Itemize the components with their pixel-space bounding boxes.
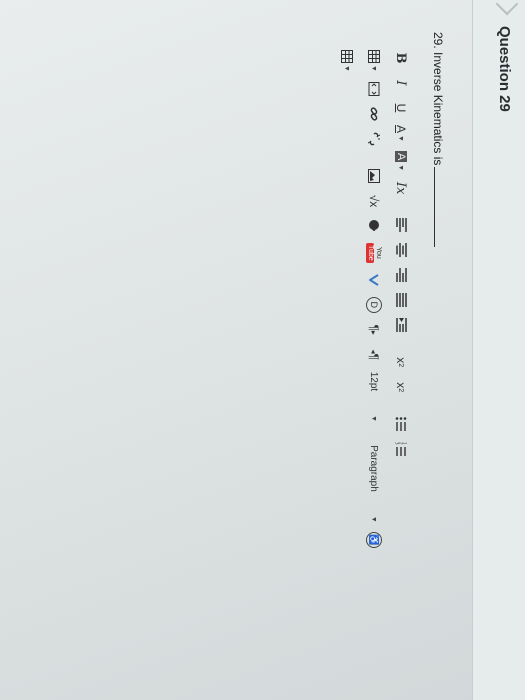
ltr-button[interactable]: ¶ ▸ xyxy=(365,322,383,338)
rtl-button[interactable]: ◂ ¶ xyxy=(365,347,383,363)
align-center-icon xyxy=(396,243,407,258)
link-button[interactable] xyxy=(365,106,383,122)
indent-icon xyxy=(396,318,407,333)
clear-formatting-button[interactable]: Ix xyxy=(392,180,410,196)
question-prompt: 29. Inverse Kinematics is xyxy=(431,32,445,248)
pilcrow-rtl-icon: ¶ xyxy=(367,353,381,360)
chevron-down-icon: ▼ xyxy=(370,515,378,523)
unlink-button[interactable] xyxy=(365,131,383,147)
bold-button[interactable]: B xyxy=(392,50,410,66)
dropdown-arrow-button[interactable] xyxy=(365,272,383,288)
video-icon: D xyxy=(366,296,382,313)
toolbar-row-3: ▼ xyxy=(337,50,357,81)
paragraph-select[interactable]: Paragraph ▼ xyxy=(365,445,383,523)
question-text: 29. Inverse Kinematics is xyxy=(431,32,445,166)
image-icon xyxy=(368,169,380,183)
youtube-bottom-text: Tube xyxy=(366,243,374,263)
chevron-down-icon: ▼ xyxy=(397,164,405,172)
toolbar-row-2: ▼ √x You Tube D ¶ ▸ ◂ ¶ 12pt ▼ Paragraph… xyxy=(364,50,384,557)
underline-button[interactable]: U xyxy=(392,100,410,116)
italic-button[interactable]: I xyxy=(392,75,410,91)
video-button[interactable]: D xyxy=(365,296,383,313)
google-drive-button[interactable] xyxy=(365,218,383,234)
image-button[interactable] xyxy=(365,168,383,184)
svg-text:3: 3 xyxy=(395,442,400,445)
align-center-button[interactable] xyxy=(392,242,410,258)
grid-icon xyxy=(341,50,353,64)
align-justify-icon xyxy=(396,293,407,308)
numbered-list-button[interactable]: 123 xyxy=(392,441,410,457)
subscript-button[interactable]: x2 xyxy=(392,379,410,395)
question-header: Question 29 xyxy=(472,0,525,700)
align-right-button[interactable] xyxy=(392,267,410,283)
unlink-icon xyxy=(368,132,380,146)
font-size-select[interactable]: 12pt ▼ xyxy=(365,372,383,422)
table-icon xyxy=(368,50,380,64)
bullet-list-icon xyxy=(395,417,407,432)
bullet-list-button[interactable] xyxy=(392,416,410,432)
embed-button[interactable] xyxy=(365,81,383,97)
align-right-icon xyxy=(396,268,407,283)
embed-media-icon xyxy=(368,82,380,96)
link-icon xyxy=(370,107,378,121)
superscript-mark: 2 xyxy=(397,363,405,368)
blue-arrow-icon xyxy=(369,273,379,286)
font-color-icon: A xyxy=(394,125,408,134)
align-left-button[interactable] xyxy=(392,217,410,233)
align-justify-button[interactable] xyxy=(392,292,410,308)
superscript-button[interactable]: x2 xyxy=(392,354,410,370)
youtube-icon: You Tube xyxy=(366,243,382,263)
equation-button[interactable]: √x xyxy=(365,193,383,209)
chevron-down-icon: ▼ xyxy=(397,135,405,142)
toolbar-row-1: B I U A ▼ A ▼ Ix x2 x2 1 2 3 xyxy=(391,50,411,466)
subscript-mark: 2 xyxy=(397,388,405,393)
accessibility-button[interactable]: ♿ xyxy=(365,531,383,548)
chevron-down-icon: ▼ xyxy=(370,65,378,72)
font-size-value: 12pt xyxy=(368,371,380,392)
highlight-icon: A xyxy=(395,150,407,163)
chevron-down-icon: ▼ xyxy=(343,65,351,72)
font-color-button[interactable]: A ▼ xyxy=(392,125,410,142)
answer-blank xyxy=(434,167,445,248)
accessibility-icon: ♿ xyxy=(366,531,382,548)
numbered-list-icon: 123 xyxy=(395,442,407,457)
align-left-icon xyxy=(396,218,407,233)
chevron-icon[interactable] xyxy=(495,0,519,16)
table-button[interactable]: ▼ xyxy=(365,50,383,72)
chevron-down-icon: ▼ xyxy=(370,415,378,423)
youtube-button[interactable]: You Tube xyxy=(365,243,383,263)
rotated-screen: Question 29 29. Inverse Kinematics is B … xyxy=(0,0,525,700)
google-plus-icon xyxy=(369,220,379,231)
youtube-top-text: You xyxy=(375,246,382,259)
indent-button[interactable] xyxy=(392,317,410,333)
question-title: Question 29 xyxy=(496,26,513,112)
paragraph-value: Paragraph xyxy=(368,445,380,492)
insert-table-button[interactable]: ▼ xyxy=(338,50,356,72)
highlight-color-button[interactable]: A ▼ xyxy=(392,150,410,172)
